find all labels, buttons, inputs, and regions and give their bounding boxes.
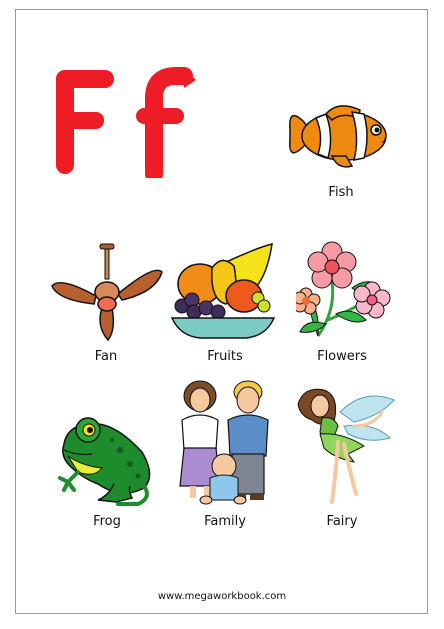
- website-footer[interactable]: www.megaworkbook.com: [0, 591, 444, 602]
- family-icon: [179, 380, 269, 505]
- letter-graphic: F f: [56, 67, 196, 178]
- ceiling-fan-icon: [51, 243, 163, 342]
- word-label-family: Family: [204, 514, 246, 529]
- fairy-icon: [297, 388, 395, 504]
- fruit-bowl-icon: [170, 242, 276, 339]
- word-label-fairy: Fairy: [326, 514, 358, 529]
- word-label-flowers: Flowers: [317, 349, 367, 364]
- frog-icon: [58, 417, 151, 506]
- uppercase-letter-f: [56, 70, 114, 174]
- word-label-fish: Fish: [328, 185, 354, 200]
- word-label-fruits: Fruits: [207, 349, 243, 364]
- word-label-fan: Fan: [94, 349, 118, 364]
- fish-icon: [289, 105, 387, 168]
- word-label-frog: Frog: [93, 514, 121, 529]
- lowercase-letter-f: [136, 67, 196, 178]
- flowers-icon: [296, 241, 391, 337]
